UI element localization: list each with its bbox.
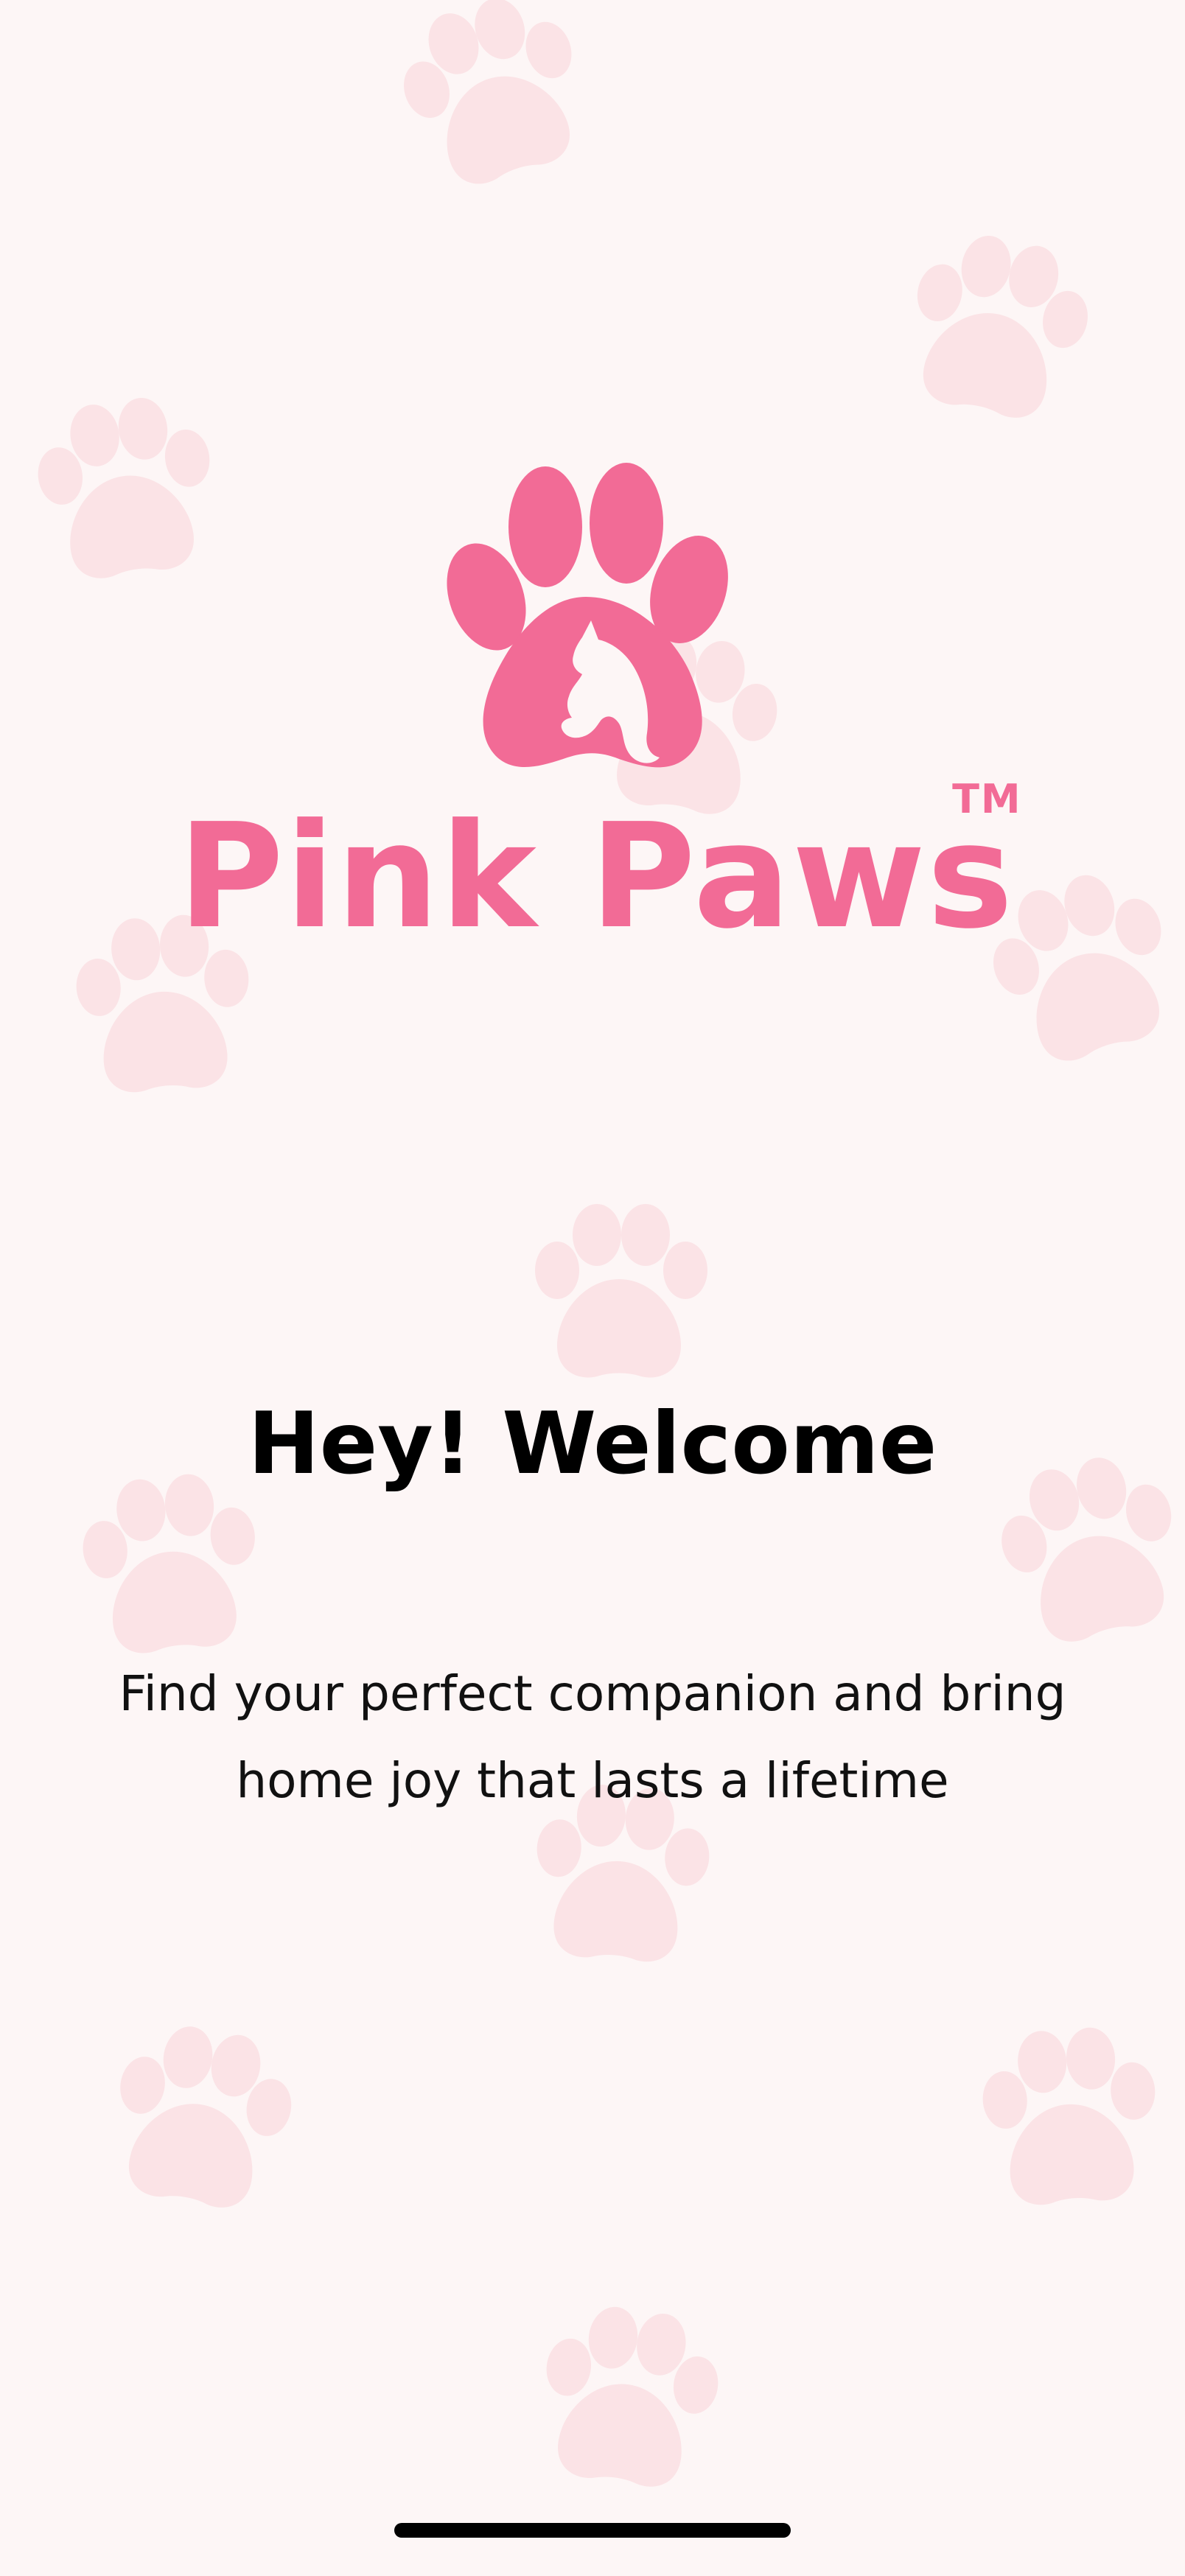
paw-print-icon bbox=[1, 369, 251, 619]
home-indicator[interactable] bbox=[394, 2523, 791, 2538]
paw-print-icon bbox=[71, 1994, 327, 2250]
welcome-subtitle: Find your perfect companion and bring ho… bbox=[119, 1665, 1066, 1809]
brand-name-text: Pink Paws bbox=[178, 793, 1015, 961]
paw-print-icon bbox=[864, 200, 1126, 463]
welcome-title: Hey! Welcome bbox=[248, 1394, 937, 1494]
paw-print-icon bbox=[508, 1186, 730, 1407]
paw-print-icon bbox=[951, 2004, 1185, 2240]
brand-logo: Pink Paws TM bbox=[0, 777, 1185, 961]
paw-print-icon bbox=[354, 0, 633, 235]
welcome-screen: Pink Paws TM Hey! Welcome Find your perf… bbox=[0, 0, 1185, 2576]
paw-with-cat-silhouette-icon bbox=[435, 449, 744, 788]
trademark-symbol: TM bbox=[952, 776, 1022, 822]
brand-name: Pink Paws TM bbox=[178, 777, 1020, 961]
paw-print-icon bbox=[502, 2278, 752, 2527]
